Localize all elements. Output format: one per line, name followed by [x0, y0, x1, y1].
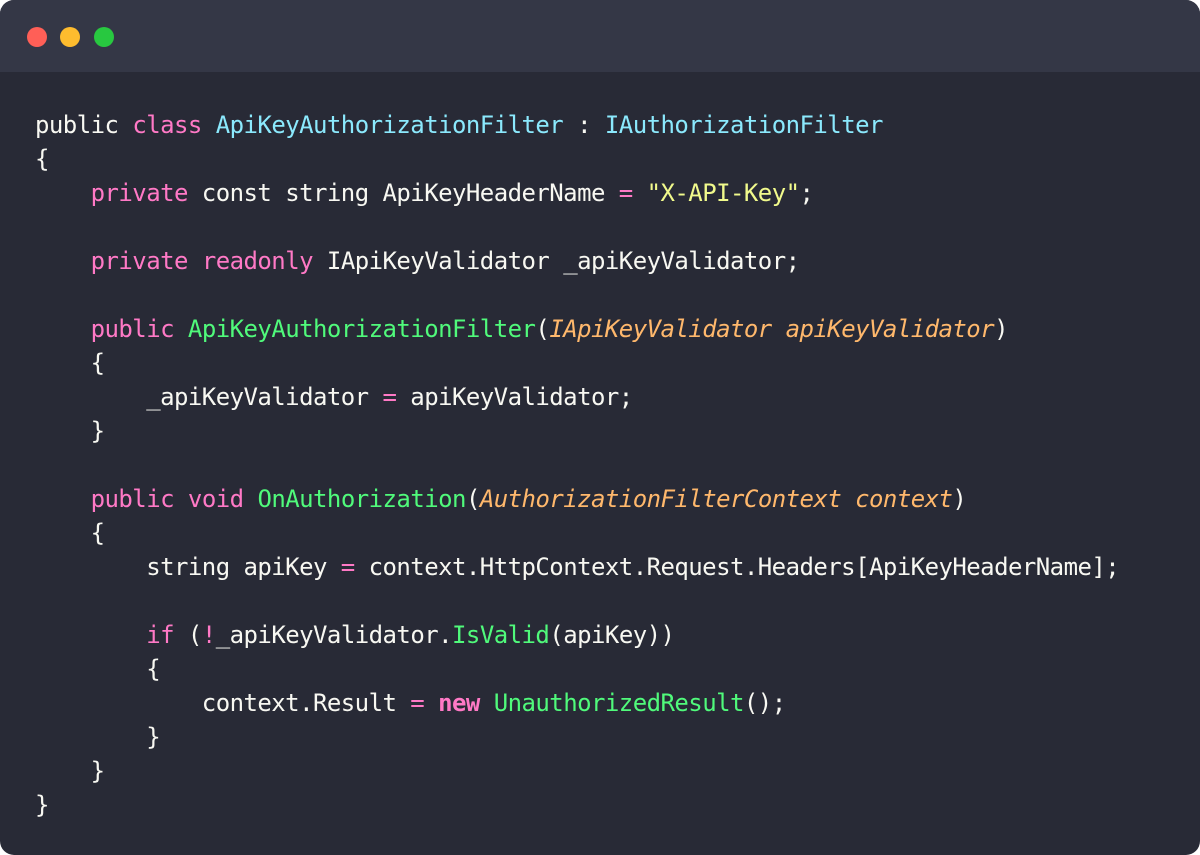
window-titlebar — [0, 0, 1200, 72]
code-token: context.Result — [35, 689, 411, 717]
code-line: if (!_apiKeyValidator.IsValid(apiKey)) — [35, 618, 1119, 652]
code-token: { — [35, 655, 161, 683]
code-line: { — [35, 346, 1119, 380]
code-token: readonly — [201, 247, 314, 275]
code-token: const string ApiKeyHeaderName — [187, 179, 619, 207]
code-token: IApiKeyValidator apiKeyValidator — [549, 315, 995, 343]
code-line: public class ApiKeyAuthorizationFilter :… — [35, 108, 1119, 142]
code-token: if — [146, 621, 175, 649]
code-line: private readonly IApiKeyValidator _apiKe… — [35, 244, 1119, 278]
code-token: = — [340, 553, 355, 581]
code-line: string apiKey = context.HttpContext.Requ… — [35, 550, 1120, 584]
code-window: public class ApiKeyAuthorizationFilter :… — [0, 0, 1200, 855]
code-token: { — [35, 349, 105, 377]
code-line: { — [35, 516, 1119, 550]
code-line: private const string ApiKeyHeaderName = … — [35, 176, 1119, 210]
code-token: IsValid — [452, 621, 550, 649]
code-block: public class ApiKeyAuthorizationFilter :… — [35, 108, 1120, 822]
code-token: _apiKeyValidator — [35, 383, 383, 411]
code-token: = — [618, 179, 633, 207]
code-token: UnauthorizedResult — [493, 689, 745, 717]
code-line: } — [35, 720, 1119, 754]
code-token: OnAuthorization — [257, 485, 466, 513]
code-token: ! — [201, 621, 216, 649]
code-token: ApiKeyAuthorizationFilter — [215, 111, 564, 139]
code-token: ( — [465, 485, 480, 513]
code-token: = — [410, 689, 425, 717]
code-token: = — [382, 383, 397, 411]
code-token: { — [35, 519, 105, 547]
code-token: ( — [535, 315, 550, 343]
code-token: (); — [743, 689, 786, 717]
code-token: } — [35, 417, 105, 445]
code-line: public void OnAuthorization(Authorizatio… — [35, 482, 1119, 516]
code-token: ) — [994, 315, 1008, 343]
code-token: string apiKey — [35, 553, 341, 581]
code-token: _apiKeyValidator. — [215, 621, 453, 649]
code-token: IApiKeyValidator _apiKeyValidator; — [313, 247, 800, 275]
code-line: } — [35, 788, 1119, 822]
code-token: ( — [174, 621, 202, 649]
code-token: class — [132, 111, 202, 139]
code-token: ) — [952, 485, 967, 513]
code-token: { — [35, 145, 49, 173]
code-line: { — [35, 142, 1119, 176]
code-token: new — [438, 689, 480, 717]
code-token: public — [90, 315, 175, 343]
code-token: : — [563, 111, 605, 139]
minimize-button[interactable] — [60, 27, 80, 47]
close-button[interactable] — [27, 27, 47, 47]
code-token: (apiKey)) — [549, 621, 675, 649]
code-token: public — [90, 485, 175, 513]
code-line: } — [35, 414, 1119, 448]
code-token: public — [35, 111, 119, 139]
code-line: _apiKeyValidator = apiKeyValidator; — [35, 380, 1119, 414]
code-token: "X-API-Key" — [646, 179, 800, 207]
code-token: void — [187, 485, 244, 513]
code-token: ; — [799, 179, 814, 207]
code-token: } — [35, 791, 49, 819]
code-token: context.HttpContext.Request.Headers[ApiK… — [354, 553, 1120, 581]
code-line: { — [35, 652, 1119, 686]
code-token: IAuthorizationFilter — [604, 111, 884, 139]
code-token: AuthorizationFilterContext context — [479, 485, 953, 513]
code-token: } — [35, 723, 161, 751]
code-line: public ApiKeyAuthorizationFilter(IApiKey… — [35, 312, 1119, 346]
code-token: ApiKeyAuthorizationFilter — [187, 315, 536, 343]
maximize-button[interactable] — [94, 27, 114, 47]
code-token: private — [90, 179, 189, 207]
code-line: } — [35, 754, 1119, 788]
code-token: apiKeyValidator; — [396, 383, 633, 411]
code-token: } — [35, 757, 105, 785]
code-line: context.Result = new UnauthorizedResult(… — [35, 686, 1119, 720]
code-token: private — [90, 247, 189, 275]
